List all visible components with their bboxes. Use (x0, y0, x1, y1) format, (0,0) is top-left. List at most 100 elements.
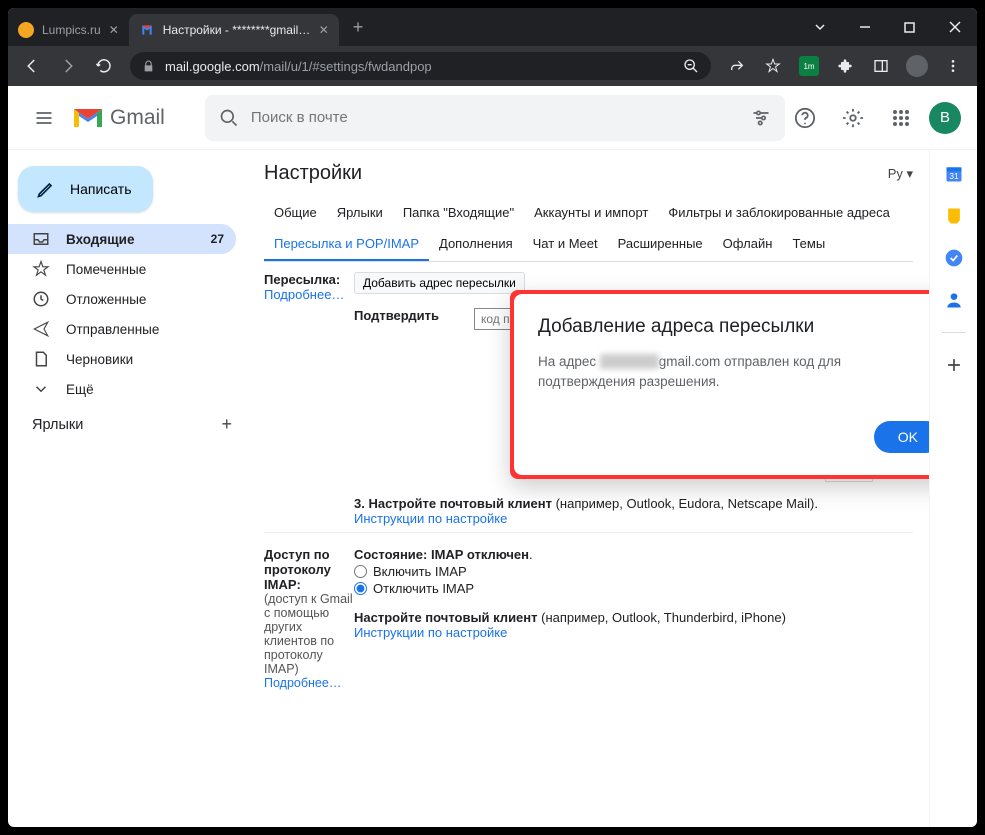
nav-label: Входящие (66, 232, 134, 247)
imap-disable-radio[interactable] (354, 582, 367, 595)
help-icon[interactable] (785, 98, 825, 138)
tab-title: Настройки - ********gmail.co (163, 23, 311, 37)
back-button[interactable] (16, 50, 48, 82)
learn-more-link[interactable]: Подробнее… (264, 676, 341, 690)
nav-drafts[interactable]: Черновики (8, 344, 236, 374)
nav-more[interactable]: Ещё (8, 374, 236, 404)
pencil-icon (36, 179, 56, 199)
search-input[interactable] (251, 109, 751, 126)
learn-more-link[interactable]: Подробнее… (264, 287, 344, 302)
forward-button[interactable] (52, 50, 84, 82)
add-forwarding-button[interactable]: Добавить адрес пересылки (354, 272, 525, 294)
window-maximize-button[interactable] (887, 8, 932, 46)
url-text: mail.google.com/mail/u/1/#settings/fwdan… (165, 59, 675, 74)
tab-title: Lumpics.ru (42, 23, 101, 37)
user-avatar[interactable]: В (929, 102, 961, 134)
instructions-link[interactable]: Инструкции по настройке (354, 511, 507, 526)
extensions-button[interactable] (829, 50, 861, 82)
browser-titlebar: Lumpics.ru ✕ Настройки - ********gmail.c… (8, 8, 977, 46)
labels-header: Ярлыки + (8, 404, 248, 435)
favicon-icon (18, 22, 34, 38)
nav-count: 27 (211, 232, 224, 246)
url-input[interactable]: mail.google.com/mail/u/1/#settings/fwdan… (130, 52, 711, 80)
zoom-icon[interactable] (683, 58, 699, 74)
side-panel: 31 (929, 150, 977, 827)
tasks-icon[interactable] (944, 248, 964, 268)
search-box[interactable] (205, 95, 785, 141)
keep-icon[interactable] (944, 206, 964, 226)
profile-avatar[interactable] (901, 50, 933, 82)
settings-main: Настройки Ру ▾ Общие Ярлыки Папка "Входя… (248, 150, 929, 827)
window-close-button[interactable] (932, 8, 977, 46)
nav-snoozed[interactable]: Отложенные (8, 284, 236, 314)
favicon-icon (139, 22, 155, 38)
tab-forwarding[interactable]: Пересылка и POP/IMAP (264, 228, 429, 261)
imap-on-label: Включить IMAP (373, 564, 467, 579)
modal-close-button[interactable]: ✕ (927, 317, 929, 338)
step3-hint: (например, Outlook, Eudora, Netscape Mai… (552, 496, 818, 511)
nav-label: Отложенные (66, 292, 146, 307)
panel-icon[interactable] (865, 50, 897, 82)
tab-inbox[interactable]: Папка "Входящие" (393, 197, 524, 228)
modal-body: На адрес gmail.com отправлен код для под… (538, 352, 929, 393)
tab-chat[interactable]: Чат и Meet (523, 228, 608, 261)
send-icon (32, 320, 50, 338)
tab-offline[interactable]: Офлайн (713, 228, 783, 261)
nav-starred[interactable]: Помеченные (8, 254, 236, 284)
tab-advanced[interactable]: Расширенные (608, 228, 713, 261)
imap-enable-radio[interactable] (354, 565, 367, 578)
verify-label: Подтвердить (354, 308, 464, 323)
browser-menu-button[interactable] (937, 50, 969, 82)
tab-general[interactable]: Общие (264, 197, 327, 228)
lock-icon (142, 60, 155, 73)
chevron-down-icon (32, 380, 50, 398)
gmail-logo[interactable]: Gmail (72, 106, 165, 130)
nav-inbox[interactable]: Входящие 27 (8, 224, 236, 254)
gmail-logo-icon (72, 106, 104, 130)
gmail-header: Gmail В (8, 86, 977, 150)
modal-ok-button[interactable]: OK (874, 421, 929, 453)
close-icon[interactable]: ✕ (109, 23, 119, 37)
page-title: Настройки (264, 162, 362, 185)
add-panel-button[interactable] (944, 355, 964, 375)
tab-labels[interactable]: Ярлыки (327, 197, 393, 228)
imap-label: Доступ по протоколу IMAP: (264, 547, 331, 592)
instructions-link[interactable]: Инструкции по настройке (354, 625, 507, 640)
imap-state-label: Состояние: (354, 547, 431, 562)
address-bar: mail.google.com/mail/u/1/#settings/fwdan… (8, 46, 977, 86)
window-dropdown-icon[interactable] (797, 8, 842, 46)
nav-sent[interactable]: Отправленные (8, 314, 236, 344)
tab-addons[interactable]: Дополнения (429, 228, 523, 261)
nav-label: Черновики (66, 352, 133, 367)
star-icon (32, 260, 50, 278)
reload-button[interactable] (88, 50, 120, 82)
tab-accounts[interactable]: Аккаунты и импорт (524, 197, 658, 228)
close-icon[interactable]: ✕ (319, 23, 329, 37)
nav-label: Отправленные (66, 322, 159, 337)
apps-icon[interactable] (881, 98, 921, 138)
main-menu-button[interactable] (24, 98, 64, 138)
compose-button[interactable]: Написать (18, 166, 153, 212)
step3-label: 3. Настройте почтовый клиент (354, 496, 552, 511)
nav-label: Помеченные (66, 262, 146, 277)
contacts-icon[interactable] (944, 290, 964, 310)
search-icon (219, 108, 239, 128)
filter-icon[interactable] (751, 108, 771, 128)
browser-tab-gmail[interactable]: Настройки - ********gmail.co ✕ (129, 14, 339, 46)
browser-tab-lumpics[interactable]: Lumpics.ru ✕ (8, 14, 129, 46)
calendar-icon[interactable]: 31 (944, 164, 964, 184)
language-selector[interactable]: Ру ▾ (888, 166, 913, 182)
extension-icon[interactable]: 1m (793, 50, 825, 82)
tab-themes[interactable]: Темы (782, 228, 835, 261)
imap-state: IMAP отключен (431, 547, 529, 562)
bookmark-icon[interactable] (757, 50, 789, 82)
nav-label: Ещё (66, 382, 94, 397)
labels-title: Ярлыки (32, 417, 83, 433)
gear-icon[interactable] (833, 98, 873, 138)
window-minimize-button[interactable] (842, 8, 887, 46)
tab-filters[interactable]: Фильтры и заблокированные адреса (658, 197, 899, 228)
add-label-button[interactable]: + (221, 414, 232, 435)
share-icon[interactable] (721, 50, 753, 82)
new-tab-button[interactable]: + (339, 17, 378, 38)
clock-icon (32, 290, 50, 308)
